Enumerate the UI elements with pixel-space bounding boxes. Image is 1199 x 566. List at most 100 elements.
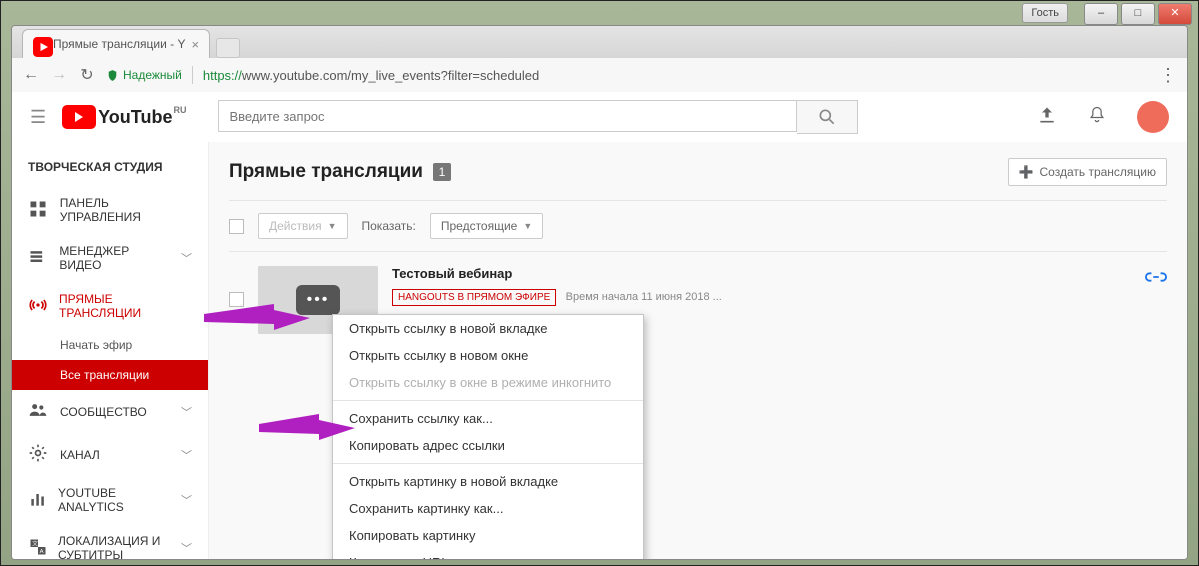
ctx-open-image-new-tab[interactable]: Открыть картинку в новой вкладке: [333, 468, 643, 495]
actions-dropdown[interactable]: Действия ▼: [258, 213, 348, 239]
close-button[interactable]: ✕: [1158, 3, 1192, 25]
hangouts-tag[interactable]: HANGOUTS В ПРЯМОМ ЭФИРЕ: [392, 289, 556, 306]
sidebar-item-label: ПРЯМЫЕ ТРАНСЛЯЦИИ: [59, 292, 192, 320]
search-icon: [817, 107, 837, 127]
ctx-open-incognito: Открыть ссылку в окне в режиме инкогнито: [333, 369, 643, 396]
select-all-checkbox[interactable]: [229, 219, 244, 234]
search-box: [218, 100, 858, 134]
guest-badge[interactable]: Гость: [1022, 3, 1068, 23]
new-tab-button[interactable]: [216, 38, 240, 58]
plus-icon: ➕: [1019, 165, 1034, 179]
browser-window: Прямые трансляции - Y × ← → ↻ Надежный h…: [11, 25, 1188, 560]
sidebar-item-channel[interactable]: КАНАЛ ﹀: [12, 433, 208, 476]
sidebar-item-label: ЛОКАЛИЗАЦИЯ И СУБТИТРЫ: [58, 534, 171, 559]
caret-down-icon: ▼: [328, 221, 337, 231]
chevron-down-icon: ﹀: [181, 492, 192, 508]
annotation-arrow-icon: [259, 412, 359, 452]
youtube-header: ☰ YouTube RU: [12, 92, 1187, 142]
video-manager-icon: [28, 247, 49, 270]
caret-down-icon: ▼: [523, 221, 532, 231]
ctx-copy-image[interactable]: Копировать картинку: [333, 522, 643, 549]
translate-icon: 文A: [28, 537, 48, 560]
broadcast-title[interactable]: Тестовый вебинар: [392, 266, 722, 281]
sidebar: ТВОРЧЕСКАЯ СТУДИЯ ПАНЕЛЬ УПРАВЛЕНИЯ МЕНЕ…: [12, 142, 209, 559]
bell-icon[interactable]: [1087, 105, 1107, 130]
url-path: www.youtube.com/my_live_events?filter=sc…: [242, 68, 539, 83]
ctx-save-image[interactable]: Сохранить картинку как...: [333, 495, 643, 522]
ctx-open-new-window[interactable]: Открыть ссылку в новом окне: [333, 342, 643, 369]
forward-icon[interactable]: →: [50, 66, 68, 84]
secure-indicator[interactable]: Надежный: [106, 68, 182, 82]
community-icon: [28, 400, 50, 423]
show-value: Предстоящие: [441, 219, 518, 233]
minimize-button[interactable]: –: [1084, 3, 1118, 25]
youtube-favicon: [33, 37, 47, 51]
chevron-down-icon: ﹀: [181, 250, 192, 266]
maximize-button[interactable]: □: [1121, 3, 1155, 25]
browser-menu-icon[interactable]: ⋮: [1159, 65, 1177, 86]
sidebar-item-dashboard[interactable]: ПАНЕЛЬ УПРАВЛЕНИЯ: [12, 186, 208, 234]
separator: [333, 400, 643, 401]
chevron-down-icon: ﹀: [181, 540, 192, 556]
broadcast-info: Тестовый вебинар HANGOUTS В ПРЯМОМ ЭФИРЕ…: [392, 266, 722, 306]
sidebar-item-live[interactable]: ПРЯМЫЕ ТРАНСЛЯЦИИ: [12, 282, 208, 330]
page-title: Прямые трансляции: [229, 161, 423, 183]
youtube-logo[interactable]: YouTube RU: [62, 105, 172, 129]
logo-region: RU: [173, 105, 186, 115]
tab-strip: Прямые трансляции - Y ×: [12, 26, 1187, 58]
logo-text: YouTube: [98, 107, 172, 128]
search-input[interactable]: [218, 100, 797, 132]
sidebar-item-label: СООБЩЕСТВО: [60, 405, 147, 419]
ctx-open-new-tab[interactable]: Открыть ссылку в новой вкладке: [333, 315, 643, 342]
sidebar-item-label: МЕНЕДЖЕР ВИДЕО: [59, 244, 171, 272]
tab-title: Прямые трансляции - Y: [53, 37, 185, 51]
dashboard-icon: [28, 199, 50, 222]
sidebar-item-localize[interactable]: 文A ЛОКАЛИЗАЦИЯ И СУБТИТРЫ ﹀: [12, 524, 208, 559]
actions-label: Действия: [269, 219, 322, 233]
chevron-down-icon: ﹀: [181, 404, 192, 420]
sidebar-title: ТВОРЧЕСКАЯ СТУДИЯ: [12, 142, 208, 186]
start-time: Время начала 11 июня 2018 ...: [566, 291, 722, 303]
tab-close-icon[interactable]: ×: [191, 37, 199, 52]
link-icon[interactable]: [1145, 266, 1167, 293]
filter-row: Действия ▼ Показать: Предстоящие ▼: [229, 200, 1167, 252]
gear-icon: [28, 443, 50, 466]
avatar[interactable]: [1137, 101, 1169, 133]
sidebar-item-community[interactable]: СООБЩЕСТВО ﹀: [12, 390, 208, 433]
sidebar-sub-start[interactable]: Начать эфир: [12, 330, 208, 360]
play-icon: [62, 105, 96, 129]
upload-icon[interactable]: [1037, 105, 1057, 130]
menu-icon[interactable]: ☰: [30, 107, 46, 128]
secure-label: Надежный: [123, 68, 182, 82]
main-header: Прямые трансляции 1 ➕ Создать трансляцию: [229, 158, 1167, 186]
analytics-icon: [28, 489, 48, 512]
url-scheme: https://: [203, 68, 242, 83]
sidebar-item-label: КАНАЛ: [60, 448, 100, 462]
sidebar-item-videos[interactable]: МЕНЕДЖЕР ВИДЕО ﹀: [12, 234, 208, 282]
create-label: Создать трансляцию: [1040, 165, 1156, 179]
annotation-arrow-icon: [204, 302, 314, 342]
sidebar-item-label: YOUTUBE ANALYTICS: [58, 486, 171, 514]
count-badge: 1: [433, 163, 451, 181]
live-icon: [28, 295, 49, 318]
reload-icon[interactable]: ↻: [78, 65, 96, 85]
ctx-copy-image-url[interactable]: Копировать URL картинки: [333, 549, 643, 559]
ctx-save-link[interactable]: Сохранить ссылку как...: [333, 405, 643, 432]
chevron-down-icon: ﹀: [181, 447, 192, 463]
ctx-copy-link-address[interactable]: Копировать адрес ссылки: [333, 432, 643, 459]
create-broadcast-button[interactable]: ➕ Создать трансляцию: [1008, 158, 1167, 186]
search-button[interactable]: [797, 100, 858, 134]
url-input[interactable]: https://www.youtube.com/my_live_events?f…: [203, 68, 1149, 83]
browser-tab[interactable]: Прямые трансляции - Y ×: [22, 29, 210, 58]
show-dropdown[interactable]: Предстоящие ▼: [430, 213, 543, 239]
sidebar-item-analytics[interactable]: YOUTUBE ANALYTICS ﹀: [12, 476, 208, 524]
context-menu: Открыть ссылку в новой вкладке Открыть с…: [332, 314, 644, 559]
sidebar-sub-all[interactable]: Все трансляции: [12, 360, 208, 390]
separator: [333, 463, 643, 464]
back-icon[interactable]: ←: [22, 66, 40, 84]
svg-text:A: A: [40, 548, 44, 554]
address-bar: ← → ↻ Надежный https://www.youtube.com/m…: [12, 58, 1187, 93]
svg-text:文: 文: [32, 539, 38, 547]
page-content: ☰ YouTube RU: [12, 92, 1187, 559]
show-label: Показать:: [362, 219, 416, 233]
